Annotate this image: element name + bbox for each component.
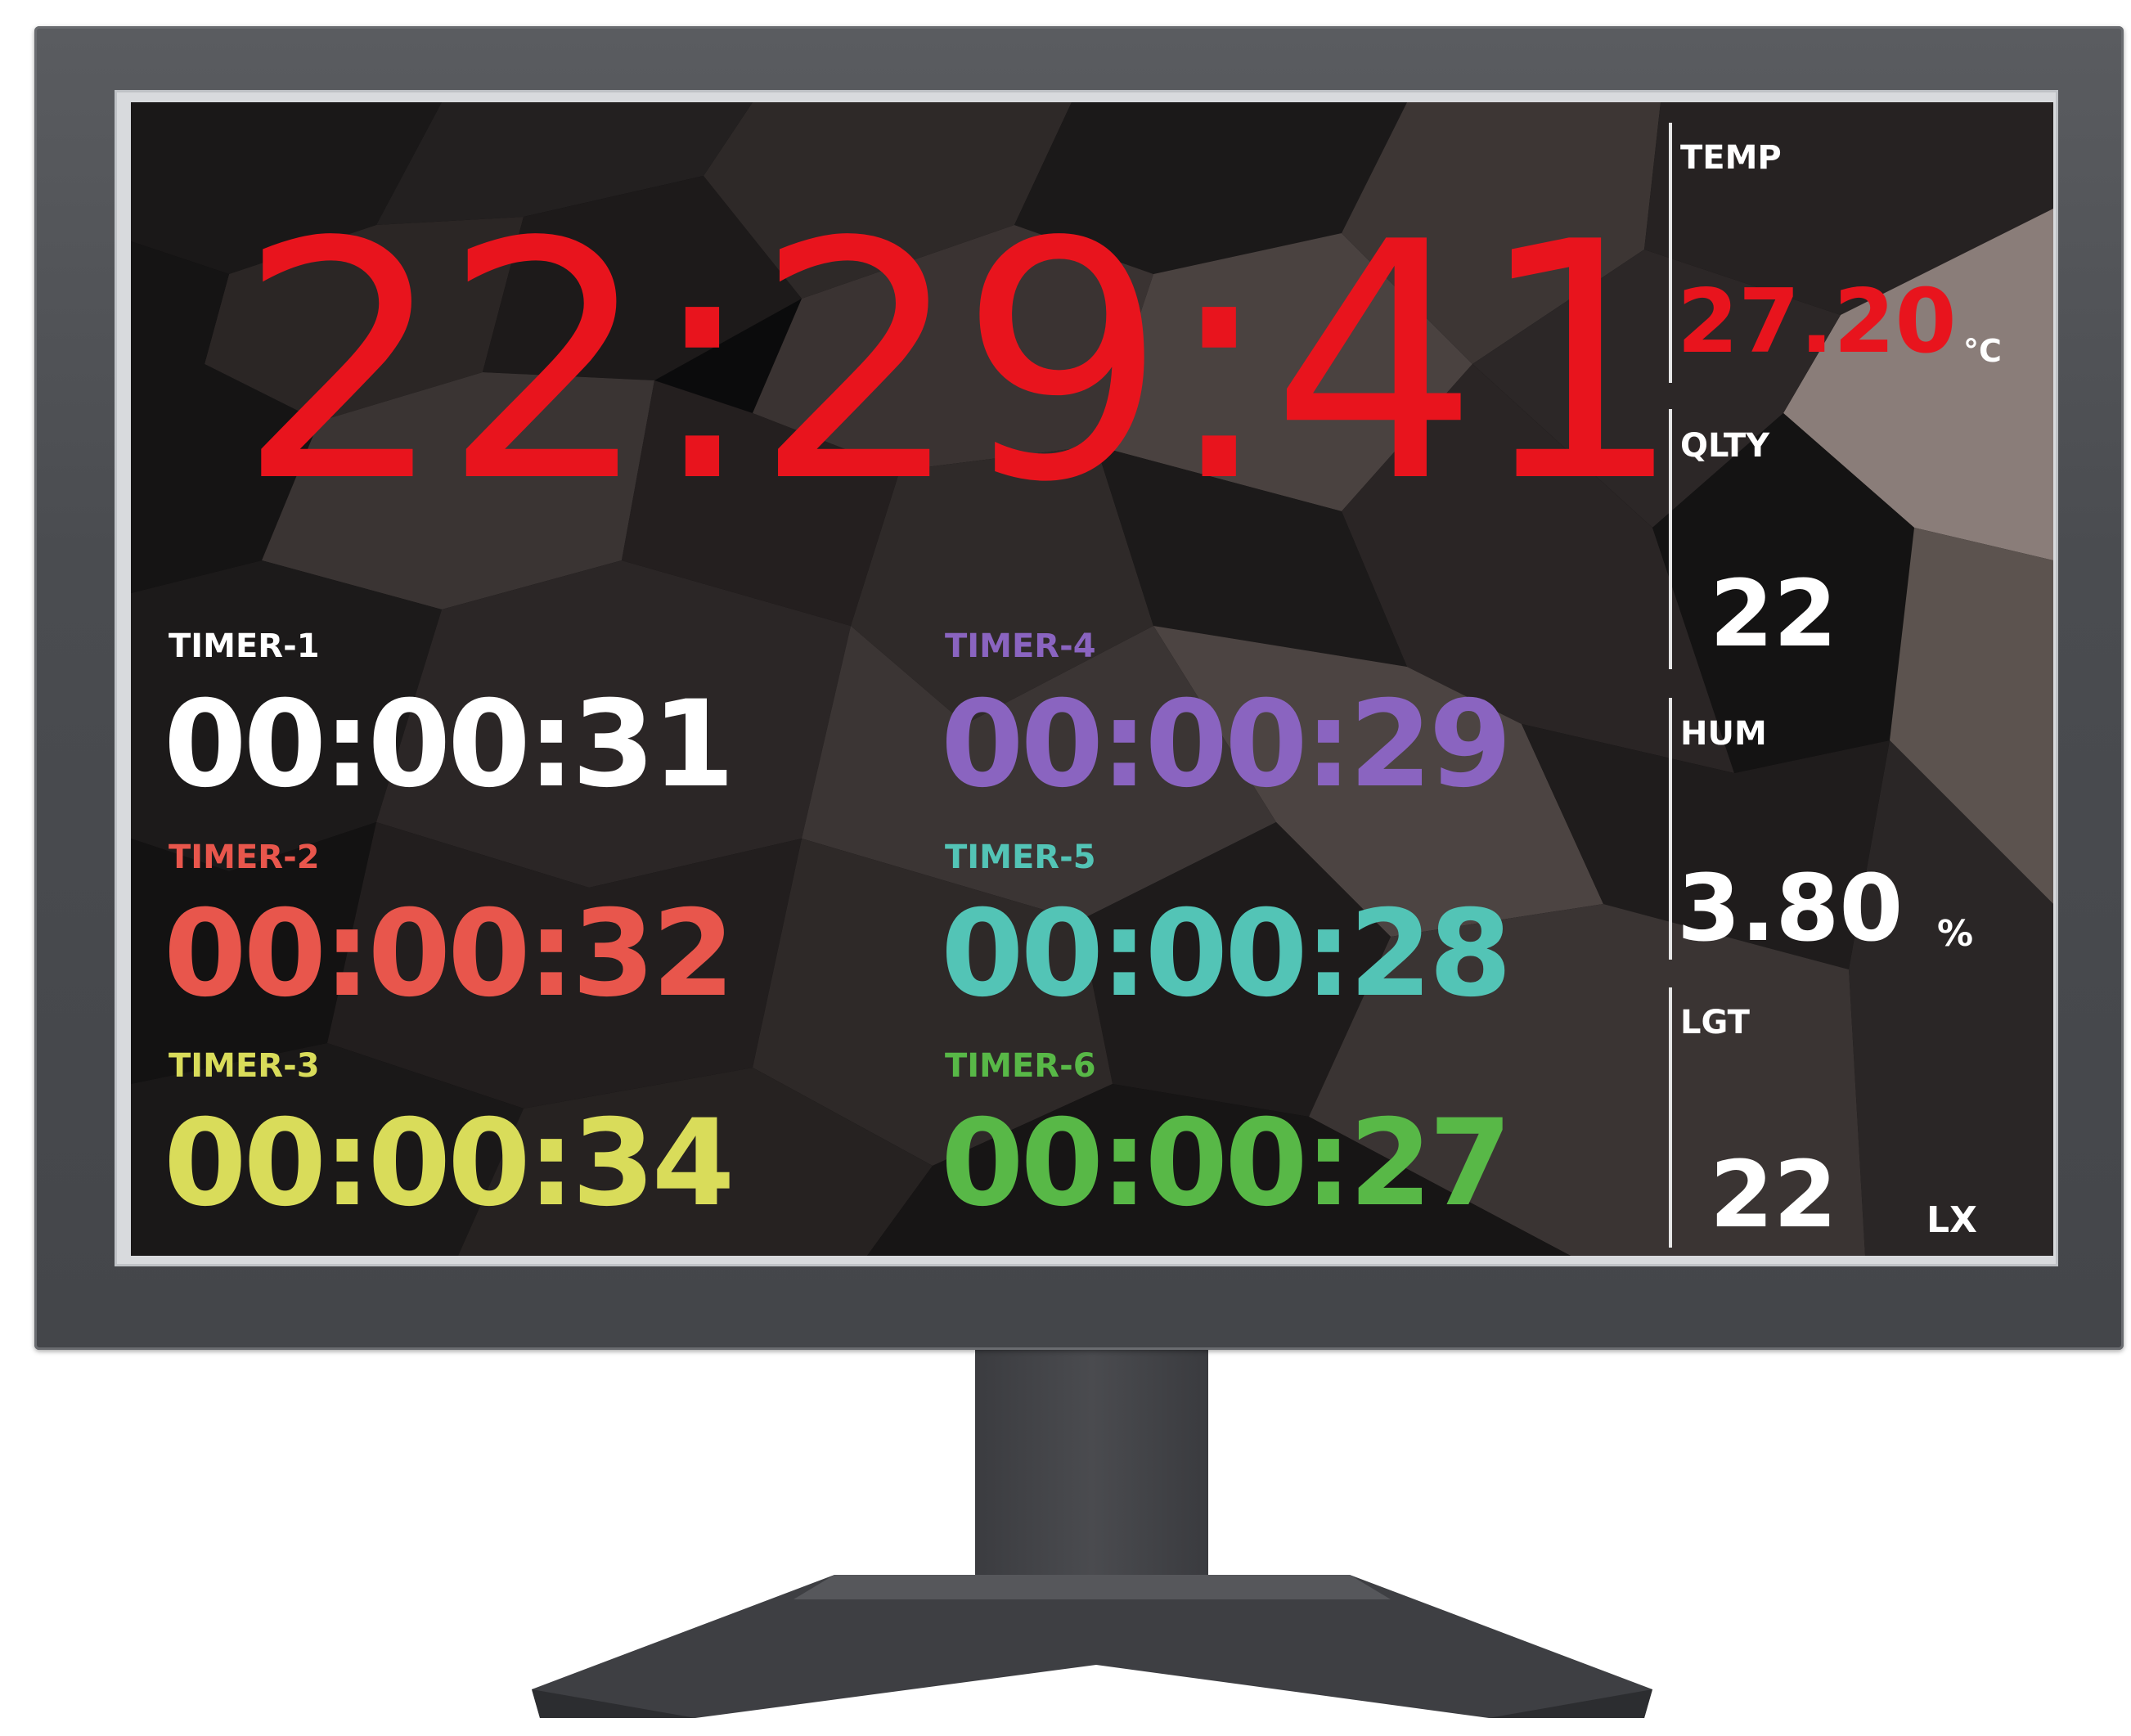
temp-unit: °C bbox=[1963, 333, 2002, 369]
timer-5-label: TIMER-5 bbox=[945, 839, 1096, 876]
main-clock: 22:29:41 bbox=[237, 173, 1684, 554]
timer-6-value: 00:00:27 bbox=[941, 1094, 1512, 1233]
hum-divider bbox=[1669, 698, 1672, 960]
timer-2-label: TIMER-2 bbox=[169, 839, 320, 876]
timer-3-value: 00:00:34 bbox=[164, 1094, 735, 1233]
monitor-display: 22:29:41 TIMER-1 00:00:31 TIMER-2 00:00:… bbox=[0, 0, 2131, 1736]
timer-1-value: 00:00:31 bbox=[164, 675, 735, 814]
temp-label: TEMP bbox=[1680, 139, 1782, 177]
timer-5-value: 00:00:28 bbox=[941, 884, 1512, 1023]
lgt-unit: LX bbox=[1926, 1199, 1977, 1241]
monitor-stand-neck bbox=[975, 1350, 1208, 1595]
timer-6-label: TIMER-6 bbox=[945, 1047, 1096, 1085]
timer-1-label: TIMER-1 bbox=[169, 627, 320, 665]
lgt-divider bbox=[1669, 987, 1672, 1248]
timer-4-value: 00:00:29 bbox=[941, 675, 1512, 814]
hum-label: HUM bbox=[1680, 715, 1767, 753]
hum-unit: % bbox=[1937, 913, 1974, 955]
timer-2-value: 00:00:32 bbox=[164, 884, 735, 1023]
timer-3-label: TIMER-3 bbox=[169, 1047, 320, 1085]
lgt-value: 22 bbox=[1710, 1142, 1837, 1248]
timer-4-label: TIMER-4 bbox=[945, 627, 1096, 665]
temp-divider bbox=[1669, 123, 1672, 383]
temp-value: 27.20 bbox=[1677, 271, 1957, 373]
qlty-label: QLTY bbox=[1680, 427, 1770, 465]
qlty-value: 22 bbox=[1710, 561, 1837, 668]
qlty-divider bbox=[1669, 409, 1672, 669]
monitor-stand-base bbox=[532, 1575, 1652, 1718]
dashboard-screen: 22:29:41 TIMER-1 00:00:31 TIMER-2 00:00:… bbox=[131, 102, 2053, 1256]
lgt-label: LGT bbox=[1680, 1004, 1750, 1041]
hum-value: 3.80 bbox=[1677, 856, 1904, 962]
